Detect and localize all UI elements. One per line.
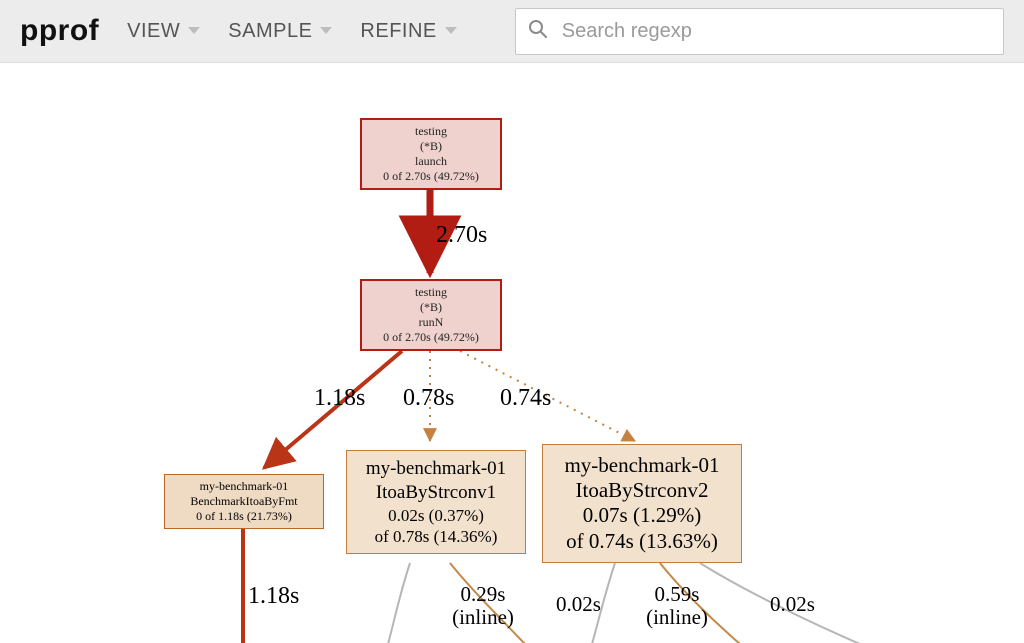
node-fn: BenchmarkItoaByFmt bbox=[171, 494, 317, 509]
node-fn: ItoaByStrconv2 bbox=[551, 478, 733, 503]
menu-refine[interactable]: REFINE bbox=[360, 20, 456, 43]
edge-label-inline: 0.29s (inline) bbox=[438, 583, 528, 629]
node-pkg: my-benchmark-01 bbox=[171, 479, 317, 494]
chevron-down-icon bbox=[445, 27, 457, 35]
menu-view-label: VIEW bbox=[127, 20, 180, 43]
menu-sample[interactable]: SAMPLE bbox=[228, 20, 332, 43]
edge-weight: 0.29s bbox=[461, 582, 506, 606]
node-type: (*B) bbox=[368, 139, 494, 154]
toolbar: pprof VIEW SAMPLE REFINE bbox=[0, 0, 1024, 63]
node-type: (*B) bbox=[368, 300, 494, 315]
node-testing-runN[interactable]: testing (*B) runN 0 of 2.70s (49.72%) bbox=[360, 279, 502, 351]
node-pkg: testing bbox=[368, 124, 494, 139]
node-fn: runN bbox=[368, 315, 494, 330]
edge-weight: 0.59s bbox=[655, 582, 700, 606]
node-self: 0.02s (0.37%) bbox=[353, 505, 519, 526]
edge-inline: (inline) bbox=[452, 605, 514, 629]
chevron-down-icon bbox=[188, 27, 200, 35]
callgraph-edges bbox=[0, 63, 1024, 643]
edge-label: 1.18s bbox=[314, 385, 365, 411]
search-input[interactable] bbox=[560, 19, 991, 44]
node-testing-launch[interactable]: testing (*B) launch 0 of 2.70s (49.72%) bbox=[360, 118, 502, 190]
node-stat: 0 of 1.18s (21.73%) bbox=[171, 509, 317, 524]
node-stat: 0 of 2.70s (49.72%) bbox=[368, 169, 494, 184]
edge-label: 2.70s bbox=[436, 222, 487, 248]
edge-label: 1.18s bbox=[248, 583, 299, 609]
node-benchmark-fmt[interactable]: my-benchmark-01 BenchmarkItoaByFmt 0 of … bbox=[164, 474, 324, 529]
chevron-down-icon bbox=[320, 27, 332, 35]
node-strconv2[interactable]: my-benchmark-01 ItoaByStrconv2 0.07s (1.… bbox=[542, 444, 742, 563]
edge-inline: (inline) bbox=[646, 605, 708, 629]
node-fn: ItoaByStrconv1 bbox=[353, 481, 519, 505]
edge-label: 0.74s bbox=[500, 385, 551, 411]
edge-label: 0.78s bbox=[403, 385, 454, 411]
edge-label-inline: 0.59s (inline) bbox=[632, 583, 722, 629]
callgraph-canvas[interactable]: testing (*B) launch 0 of 2.70s (49.72%) … bbox=[0, 63, 1024, 643]
node-strconv1[interactable]: my-benchmark-01 ItoaByStrconv1 0.02s (0.… bbox=[346, 450, 526, 554]
brand-title: pprof bbox=[20, 14, 99, 48]
node-cum: of 0.74s (13.63%) bbox=[551, 529, 733, 554]
menu-refine-label: REFINE bbox=[360, 20, 436, 43]
node-stat: 0 of 2.70s (49.72%) bbox=[368, 330, 494, 345]
node-self: 0.07s (1.29%) bbox=[551, 503, 733, 528]
edge-label: 0.02s bbox=[556, 593, 601, 616]
menu-view[interactable]: VIEW bbox=[127, 20, 200, 43]
edge-label: 0.02s bbox=[770, 593, 815, 616]
node-pkg: testing bbox=[368, 285, 494, 300]
search-icon bbox=[528, 19, 548, 44]
menu-sample-label: SAMPLE bbox=[228, 20, 312, 43]
node-pkg: my-benchmark-01 bbox=[551, 453, 733, 478]
node-pkg: my-benchmark-01 bbox=[353, 457, 519, 481]
node-cum: of 0.78s (14.36%) bbox=[353, 526, 519, 547]
search-box[interactable] bbox=[515, 8, 1004, 55]
node-fn: launch bbox=[368, 154, 494, 169]
